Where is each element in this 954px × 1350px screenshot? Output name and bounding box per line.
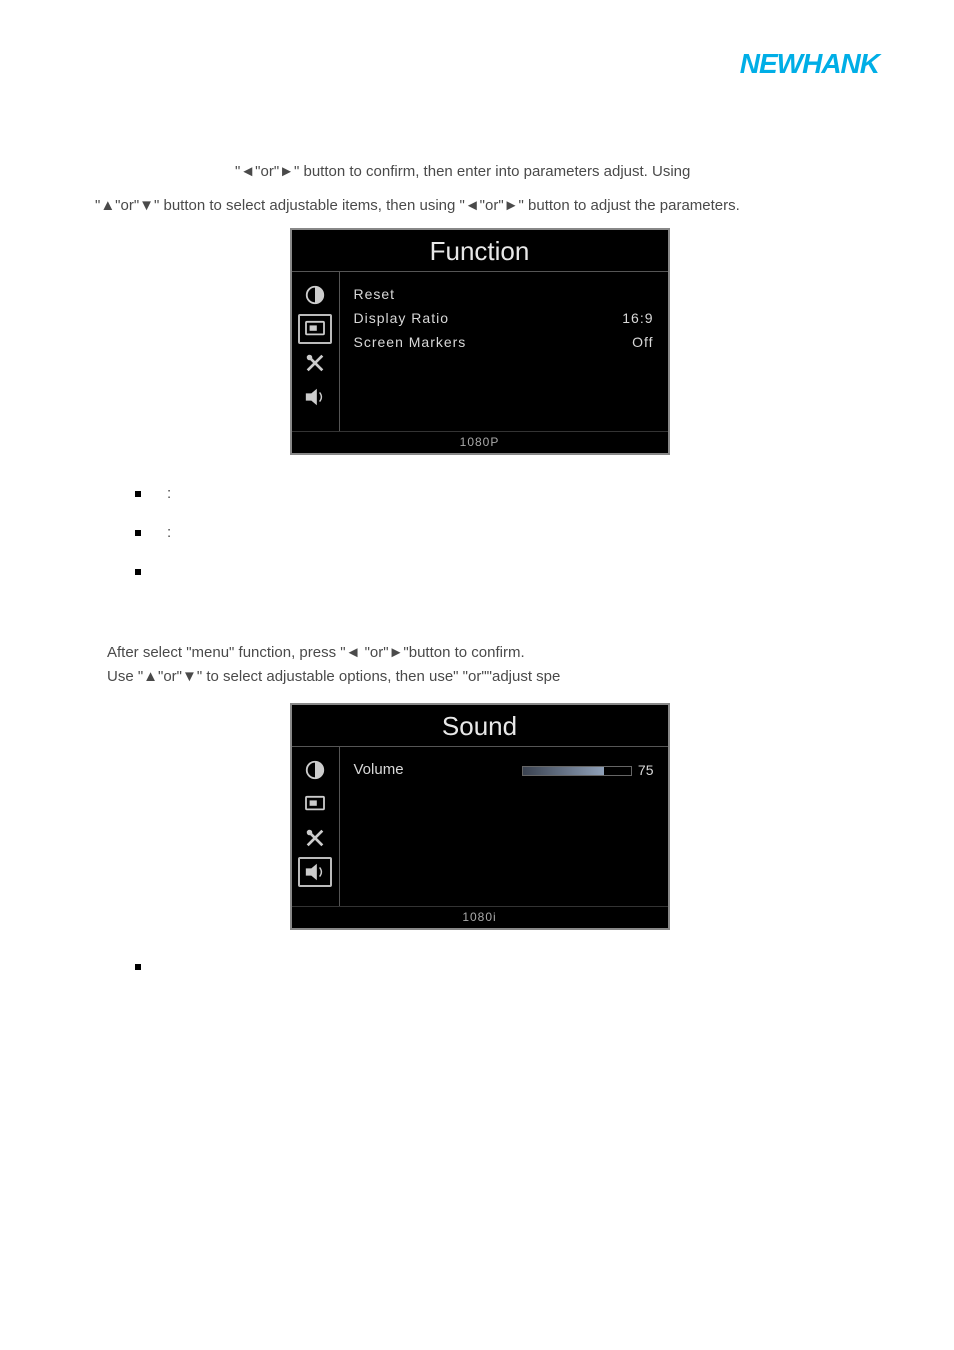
- bullet-icon: [135, 491, 141, 497]
- osd-row-display-ratio: Display Ratio 16:9: [354, 306, 654, 330]
- osd-footer: 1080P: [292, 431, 668, 453]
- osd-row-value: Off: [632, 334, 653, 350]
- osd-footer: 1080i: [292, 906, 668, 928]
- volume-label: Volume: [354, 761, 404, 778]
- osd-tab-icons: [292, 747, 340, 906]
- bullet-text: :: [167, 524, 864, 541]
- osd-item-list: Volume 75: [340, 747, 668, 906]
- display-icon: [298, 789, 332, 819]
- osd-row-screen-markers: Screen Markers Off: [354, 330, 654, 354]
- instruction2-line-1: After select "menu" function, press "◄ "…: [107, 641, 864, 665]
- instruction-line-2: "▲"or"▼" button to select adjustable ite…: [95, 194, 864, 218]
- tools-icon: [298, 823, 332, 853]
- tools-icon: [298, 348, 332, 378]
- osd-row-label: Display Ratio: [354, 310, 449, 326]
- bullet-list-1: : :: [135, 485, 864, 575]
- osd-row-reset: Reset: [354, 282, 654, 306]
- bullet-item: :: [135, 485, 864, 502]
- osd-sound-panel: Sound: [290, 703, 670, 930]
- speaker-icon: [298, 857, 332, 887]
- bullet-item: [135, 958, 864, 970]
- display-icon: [298, 314, 332, 344]
- osd-row-volume: Volume 75: [354, 757, 654, 782]
- contrast-icon: [298, 280, 332, 310]
- osd-item-list: Reset Display Ratio 16:9 Screen Markers …: [340, 272, 668, 431]
- osd-function-panel: Function: [290, 228, 670, 455]
- bullet-icon: [135, 569, 141, 575]
- speaker-icon: [298, 382, 332, 412]
- bullet-icon: [135, 964, 141, 970]
- bullet-icon: [135, 530, 141, 536]
- osd-title: Sound: [292, 705, 668, 746]
- bullet-item: [135, 563, 864, 575]
- bullet-list-2: [135, 958, 864, 970]
- volume-bar-fill: [523, 767, 604, 775]
- bullet-text: :: [167, 485, 864, 502]
- bullet-item: :: [135, 524, 864, 541]
- contrast-icon: [298, 755, 332, 785]
- osd-row-label: Screen Markers: [354, 334, 467, 350]
- logo-text: NEWHANK: [740, 48, 879, 79]
- osd-tab-icons: [292, 272, 340, 431]
- osd-title: Function: [292, 230, 668, 271]
- osd-row-value: 16:9: [622, 310, 653, 326]
- instruction2-line-2: Use "▲"or"▼" to select adjustable option…: [107, 665, 864, 689]
- volume-value: 75: [638, 762, 654, 778]
- volume-bar: [522, 766, 632, 776]
- brand-logo: NEWHANK: [740, 48, 879, 78]
- osd-row-label: Reset: [354, 286, 396, 302]
- instruction-line-1: "◄"or"►" button to confirm, then enter i…: [235, 160, 864, 184]
